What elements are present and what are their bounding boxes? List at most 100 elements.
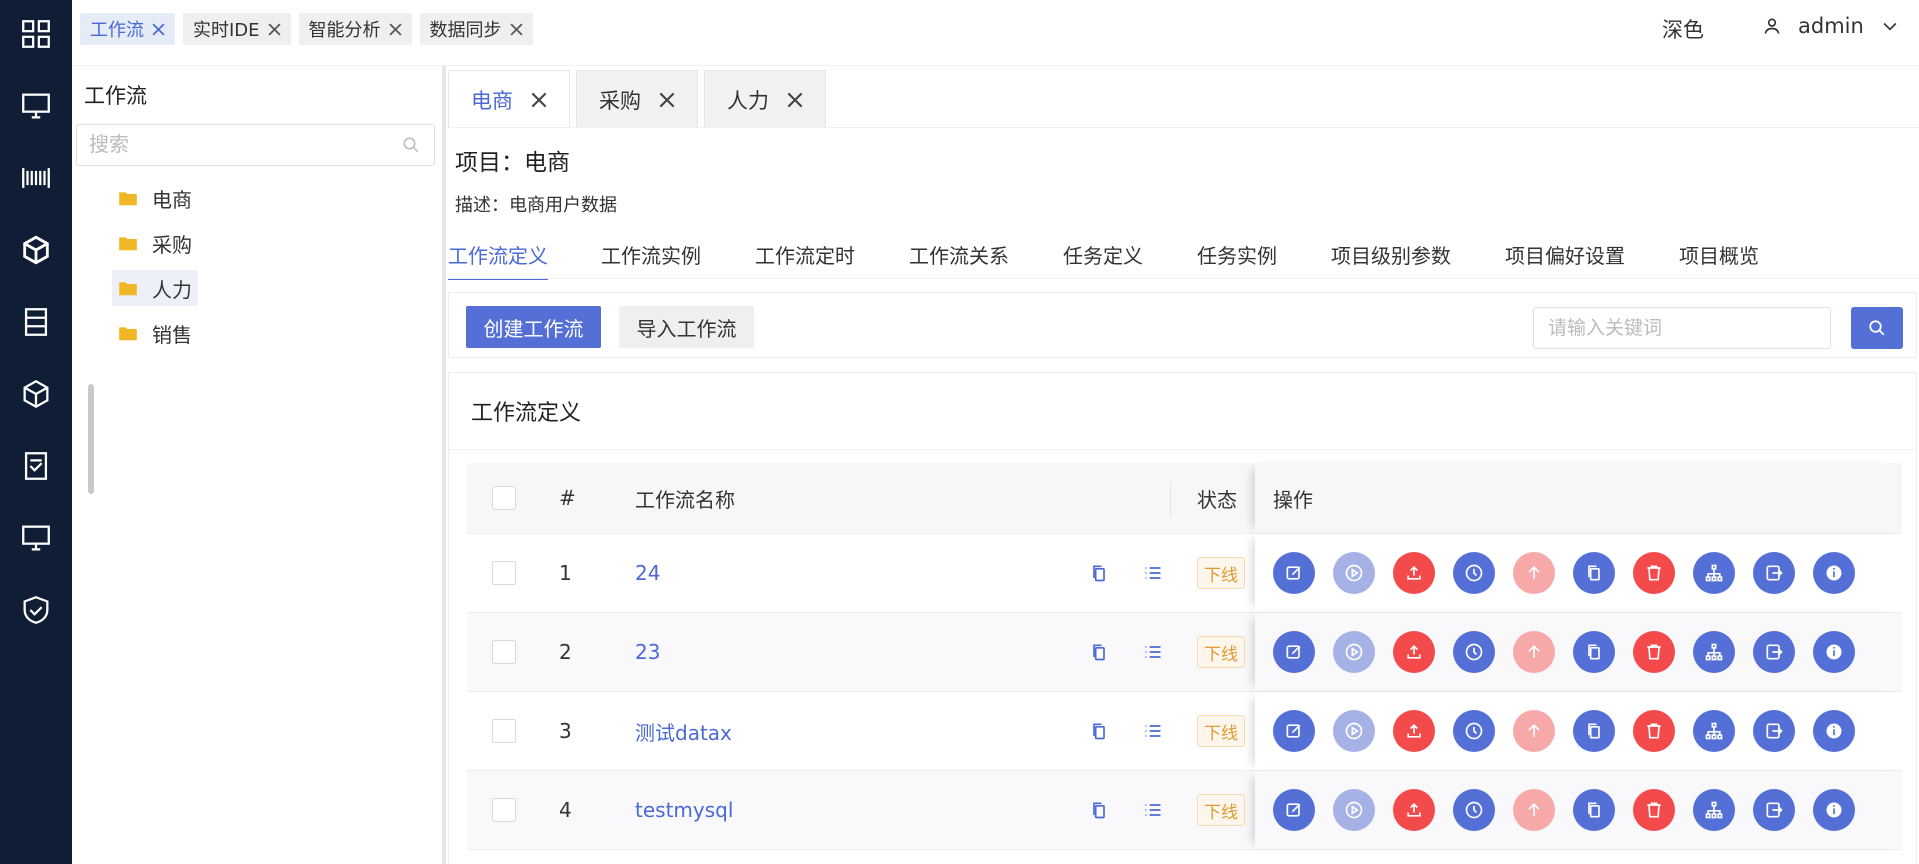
tree-search-input[interactable] — [77, 125, 377, 163]
clock-button[interactable] — [1453, 789, 1495, 831]
upload-button[interactable] — [1393, 710, 1435, 752]
delete-button[interactable] — [1633, 789, 1675, 831]
upload-button[interactable] — [1393, 552, 1435, 594]
upload-button[interactable] — [1393, 789, 1435, 831]
search-button[interactable] — [1851, 307, 1903, 349]
tree-item[interactable]: 采购 — [112, 225, 198, 261]
workflow-name-link[interactable]: 24 — [635, 534, 660, 612]
play-button[interactable] — [1333, 789, 1375, 831]
sub-tab[interactable]: 工作流实例 — [601, 240, 701, 280]
arrow-up-button[interactable] — [1513, 789, 1555, 831]
info-button[interactable] — [1813, 710, 1855, 752]
clock-button[interactable] — [1453, 552, 1495, 594]
export-button[interactable] — [1753, 789, 1795, 831]
info-button[interactable] — [1813, 789, 1855, 831]
close-icon[interactable] — [531, 92, 547, 108]
close-icon[interactable] — [510, 22, 523, 36]
tree-button[interactable] — [1693, 789, 1735, 831]
close-icon[interactable] — [152, 22, 165, 36]
list-icon[interactable] — [1142, 771, 1164, 849]
edit-button[interactable] — [1273, 631, 1315, 673]
info-button[interactable] — [1813, 552, 1855, 594]
edit-button[interactable] — [1273, 789, 1315, 831]
theme-toggle[interactable]: 深色 — [1662, 14, 1704, 44]
close-icon[interactable] — [659, 92, 675, 108]
row-checkbox[interactable] — [492, 719, 516, 743]
list-icon[interactable] — [1142, 534, 1164, 612]
copy-button[interactable] — [1573, 789, 1615, 831]
delete-button[interactable] — [1633, 710, 1675, 752]
tree-button[interactable] — [1693, 710, 1735, 752]
import-workflow-button[interactable]: 导入工作流 — [619, 306, 754, 348]
play-button[interactable] — [1333, 710, 1375, 752]
tree-button[interactable] — [1693, 631, 1735, 673]
tree-scrollbar[interactable] — [88, 384, 94, 494]
tree-item[interactable]: 电商 — [112, 180, 198, 216]
close-icon[interactable] — [268, 22, 281, 36]
project-tab[interactable]: 人力 — [704, 70, 826, 128]
document-icon[interactable] — [16, 446, 56, 486]
sub-tab[interactable]: 工作流定时 — [755, 240, 855, 280]
copy-name-icon[interactable] — [1089, 613, 1109, 691]
close-icon[interactable] — [787, 92, 803, 108]
copy-name-icon[interactable] — [1089, 692, 1109, 770]
project-tab[interactable]: 采购 — [576, 70, 698, 128]
search-icon[interactable] — [402, 136, 420, 158]
delete-button[interactable] — [1633, 552, 1675, 594]
copy-button[interactable] — [1573, 552, 1615, 594]
box-icon[interactable] — [16, 374, 56, 414]
project-tab[interactable]: 电商 — [448, 70, 570, 128]
user-menu[interactable]: admin — [1762, 14, 1900, 38]
app-tab[interactable]: 实时IDE — [183, 13, 291, 45]
tree-item[interactable]: 人力 — [112, 270, 198, 306]
tree-item[interactable]: 销售 — [112, 315, 198, 351]
row-checkbox[interactable] — [492, 798, 516, 822]
copy-button[interactable] — [1573, 710, 1615, 752]
app-tab[interactable]: 工作流 — [80, 13, 175, 45]
workflow-name-link[interactable]: 测试datax — [635, 692, 732, 770]
copy-name-icon[interactable] — [1089, 771, 1109, 849]
app-tab[interactable]: 数据同步 — [419, 13, 533, 45]
sub-tab[interactable]: 项目级别参数 — [1331, 240, 1451, 280]
copy-button[interactable] — [1573, 631, 1615, 673]
display-icon[interactable] — [16, 518, 56, 558]
sub-tab[interactable]: 任务实例 — [1197, 240, 1277, 280]
arrow-up-button[interactable] — [1513, 552, 1555, 594]
row-checkbox[interactable] — [492, 561, 516, 585]
export-button[interactable] — [1753, 552, 1795, 594]
tree-button[interactable] — [1693, 552, 1735, 594]
edit-button[interactable] — [1273, 710, 1315, 752]
arrow-up-button[interactable] — [1513, 710, 1555, 752]
workflow-name-link[interactable]: 23 — [635, 613, 660, 691]
column-resizer[interactable] — [1170, 481, 1171, 517]
workflow-name-link[interactable]: testmysql — [635, 771, 733, 849]
list-icon[interactable] — [1142, 613, 1164, 691]
sub-tab[interactable]: 项目偏好设置 — [1505, 240, 1625, 280]
edit-button[interactable] — [1273, 552, 1315, 594]
sub-tab[interactable]: 工作流关系 — [909, 240, 1009, 280]
row-checkbox[interactable] — [492, 640, 516, 664]
export-button[interactable] — [1753, 710, 1795, 752]
play-button[interactable] — [1333, 552, 1375, 594]
barcode-icon[interactable] — [16, 158, 56, 198]
close-icon[interactable] — [389, 22, 402, 36]
clock-button[interactable] — [1453, 710, 1495, 752]
grid-icon[interactable] — [16, 14, 56, 54]
sub-tab[interactable]: 任务定义 — [1063, 240, 1143, 280]
server-icon[interactable] — [16, 302, 56, 342]
play-button[interactable] — [1333, 631, 1375, 673]
upload-button[interactable] — [1393, 631, 1435, 673]
sub-tab[interactable]: 工作流定义 — [448, 240, 548, 280]
shield-check-icon[interactable] — [16, 590, 56, 630]
arrow-up-button[interactable] — [1513, 631, 1555, 673]
info-button[interactable] — [1813, 631, 1855, 673]
create-workflow-button[interactable]: 创建工作流 — [466, 306, 601, 348]
clock-button[interactable] — [1453, 631, 1495, 673]
monitor-icon[interactable] — [16, 86, 56, 126]
cube-icon[interactable] — [16, 230, 56, 270]
list-icon[interactable] — [1142, 692, 1164, 770]
select-all-checkbox[interactable] — [492, 486, 516, 510]
copy-name-icon[interactable] — [1089, 534, 1109, 612]
export-button[interactable] — [1753, 631, 1795, 673]
keyword-search-input[interactable] — [1533, 307, 1831, 349]
